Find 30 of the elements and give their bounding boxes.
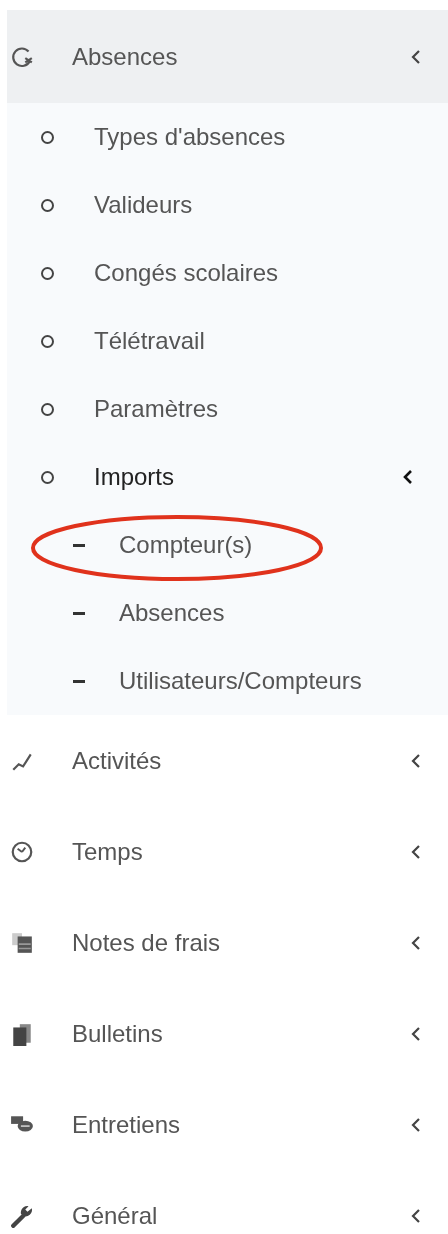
submenu-item[interactable]: Télétravail (7, 307, 448, 375)
submenu-item[interactable]: Imports (7, 443, 448, 511)
circle-icon (41, 470, 54, 484)
wrench-icon (10, 1203, 34, 1228)
circle-icon (41, 402, 54, 416)
submenu-item[interactable]: Compteur(s) (7, 511, 448, 579)
menu-item[interactable]: Général (0, 1170, 448, 1234)
dash-icon (73, 679, 85, 683)
menu-item[interactable]: Notes de frais (0, 897, 448, 988)
circle-icon (41, 334, 54, 348)
menu-item[interactable]: Absences (7, 10, 448, 103)
dash-icon (73, 543, 85, 547)
menu-item[interactable]: Activités (0, 715, 448, 806)
menu-item[interactable]: Entretiens (0, 1079, 448, 1170)
circle-icon (41, 130, 54, 144)
documents-icon (10, 930, 34, 955)
submenu-item[interactable]: Absences (7, 579, 448, 647)
submenu-item[interactable]: Valideurs (7, 171, 448, 239)
submenu-item[interactable]: Congés scolaires (7, 239, 448, 307)
clock-icon (10, 839, 34, 864)
dash-icon (73, 611, 85, 615)
refresh-icon (10, 44, 34, 69)
submenu-item[interactable]: Types d'absences (7, 103, 448, 171)
circle-icon (41, 198, 54, 212)
submenu-item[interactable]: Paramètres (7, 375, 448, 443)
menu-item[interactable]: Temps (0, 806, 448, 897)
circle-icon (41, 266, 54, 280)
files-icon (10, 1021, 34, 1046)
menu-item[interactable]: Bulletins (0, 988, 448, 1079)
submenu-item[interactable]: Utilisateurs/Compteurs (7, 647, 448, 715)
